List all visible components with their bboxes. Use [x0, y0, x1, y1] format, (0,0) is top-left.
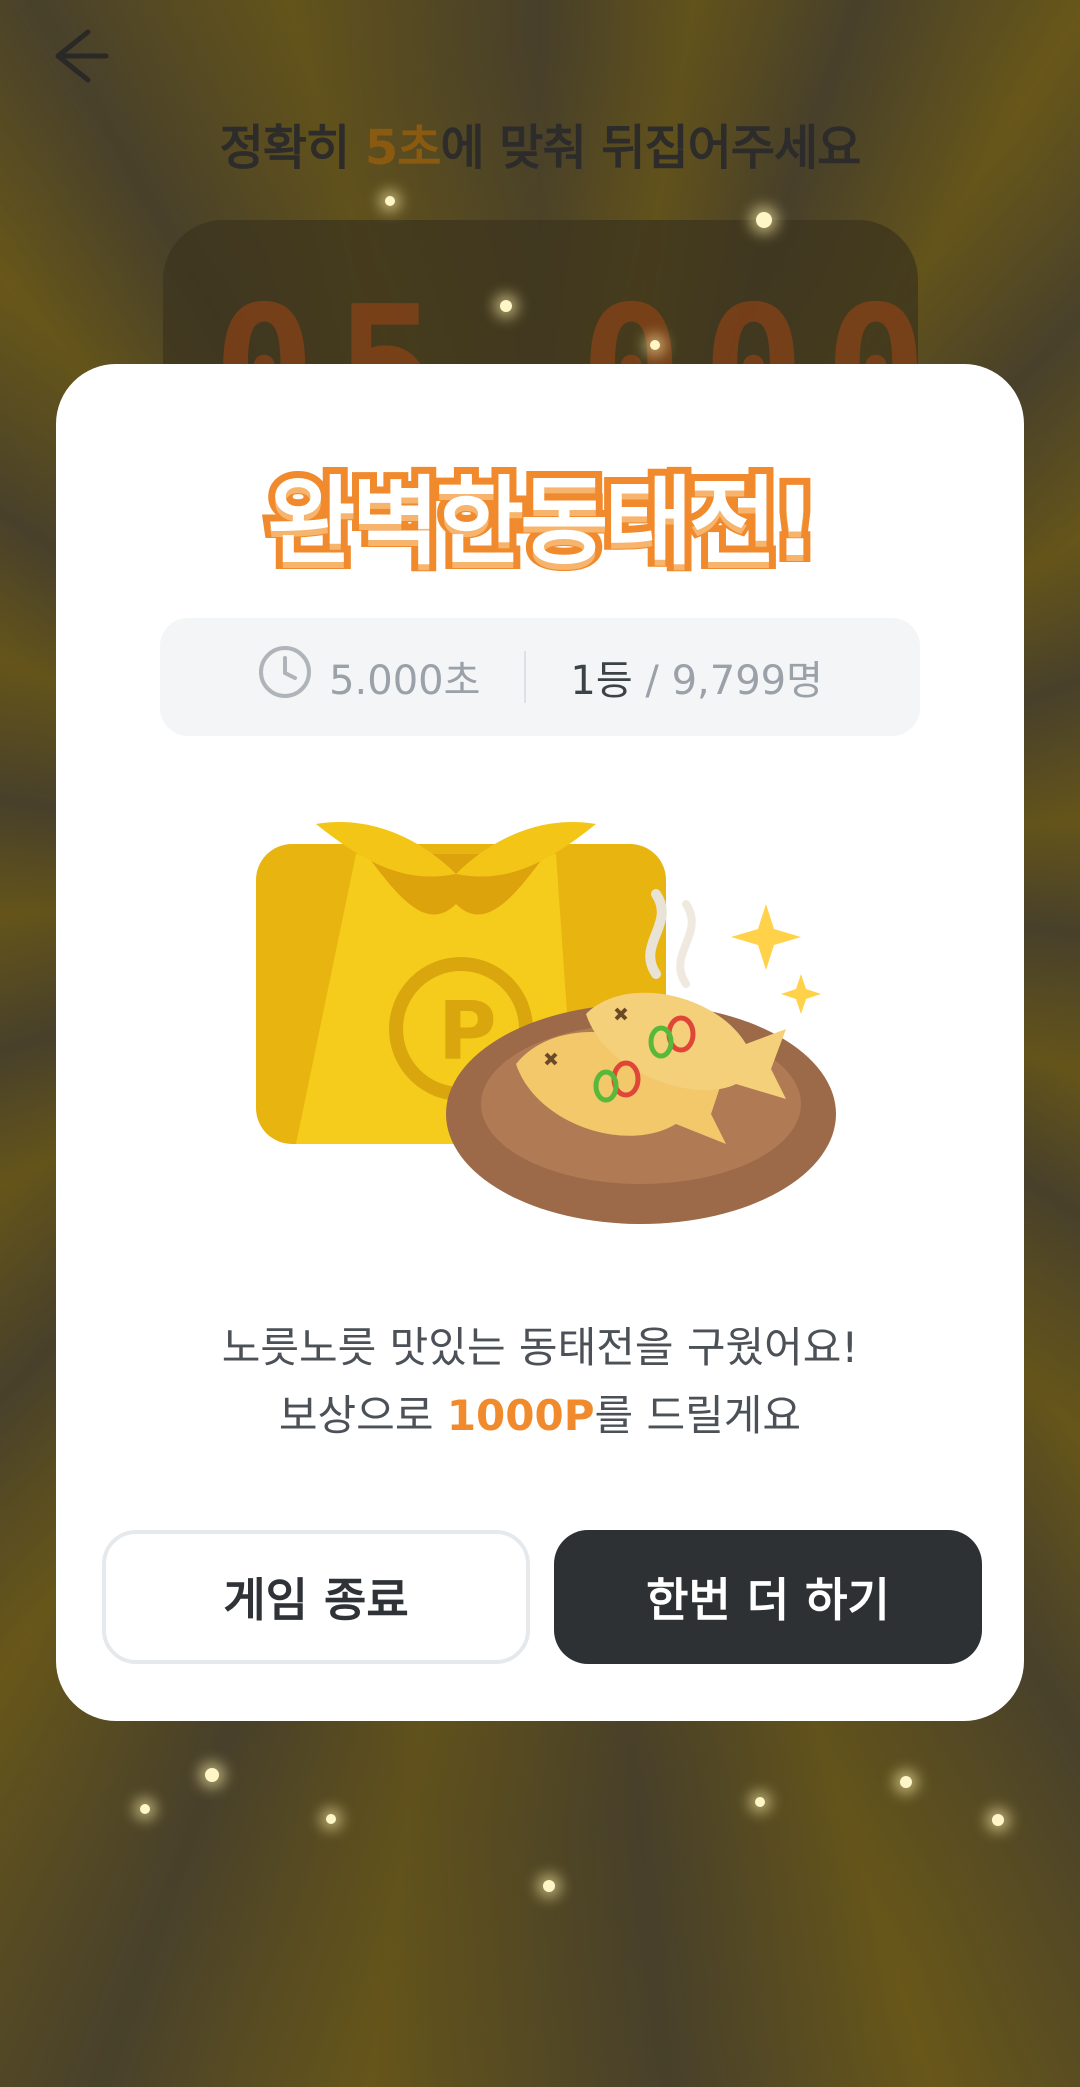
back-button[interactable]: [44, 22, 116, 94]
description-line-2: 보상으로 1000P를 드릴게요: [56, 1382, 1024, 1450]
play-again-button[interactable]: 한번 더 하기: [554, 1530, 982, 1664]
quit-game-button[interactable]: 게임 종료: [102, 1530, 530, 1664]
sparkle: [205, 1768, 219, 1782]
instruction-highlight: 5초: [364, 120, 442, 176]
result-rank: 1등 / 9,799명: [570, 648, 822, 706]
reward-points: 1000P: [446, 1391, 595, 1440]
arrow-left-icon: [48, 24, 112, 92]
stats-divider: [524, 651, 527, 703]
sparkle: [140, 1804, 150, 1814]
sparkle: [755, 1797, 765, 1807]
sparkle: [756, 212, 772, 228]
sparkle: [385, 196, 395, 206]
sparkle: [992, 1814, 1004, 1826]
result-dialog: 완벽한동태전! 5.000초 1등 / 9,799명 P 노릇노릇 맛있는 동태…: [56, 364, 1024, 1721]
instruction-prefix: 정확히: [219, 120, 365, 176]
description-line-1: 노릇노릇 맛있는 동태전을 구웠어요!: [221, 1323, 859, 1372]
sparkle: [650, 340, 660, 350]
sparkle: [900, 1776, 912, 1788]
rank-value: 1등: [570, 658, 633, 704]
game-instruction: 정확히 5초에 맞춰 뒤집어주세요: [0, 108, 1080, 178]
participants-count: 9,799명: [671, 658, 823, 704]
result-title: 완벽한동태전!: [260, 459, 824, 585]
result-stats: 5.000초 1등 / 9,799명: [160, 618, 920, 736]
description-line-2-prefix: 보상으로: [278, 1391, 447, 1440]
sparkle: [326, 1814, 336, 1824]
reward-illustration: P: [256, 814, 836, 1234]
instruction-suffix: 에 맞춰 뒤집어주세요: [440, 120, 861, 176]
sparkle: [543, 1880, 555, 1892]
rank-separator: /: [632, 658, 672, 704]
time-value: 5.000초: [329, 658, 481, 704]
result-time: 5.000초: [257, 644, 480, 710]
result-description: 노릇노릇 맛있는 동태전을 구웠어요! 보상으로 1000P를 드릴게요: [56, 1314, 1024, 1450]
description-line-2-suffix: 를 드릴게요: [594, 1391, 802, 1440]
sparkle: [500, 300, 512, 312]
clock-icon: [257, 644, 313, 710]
